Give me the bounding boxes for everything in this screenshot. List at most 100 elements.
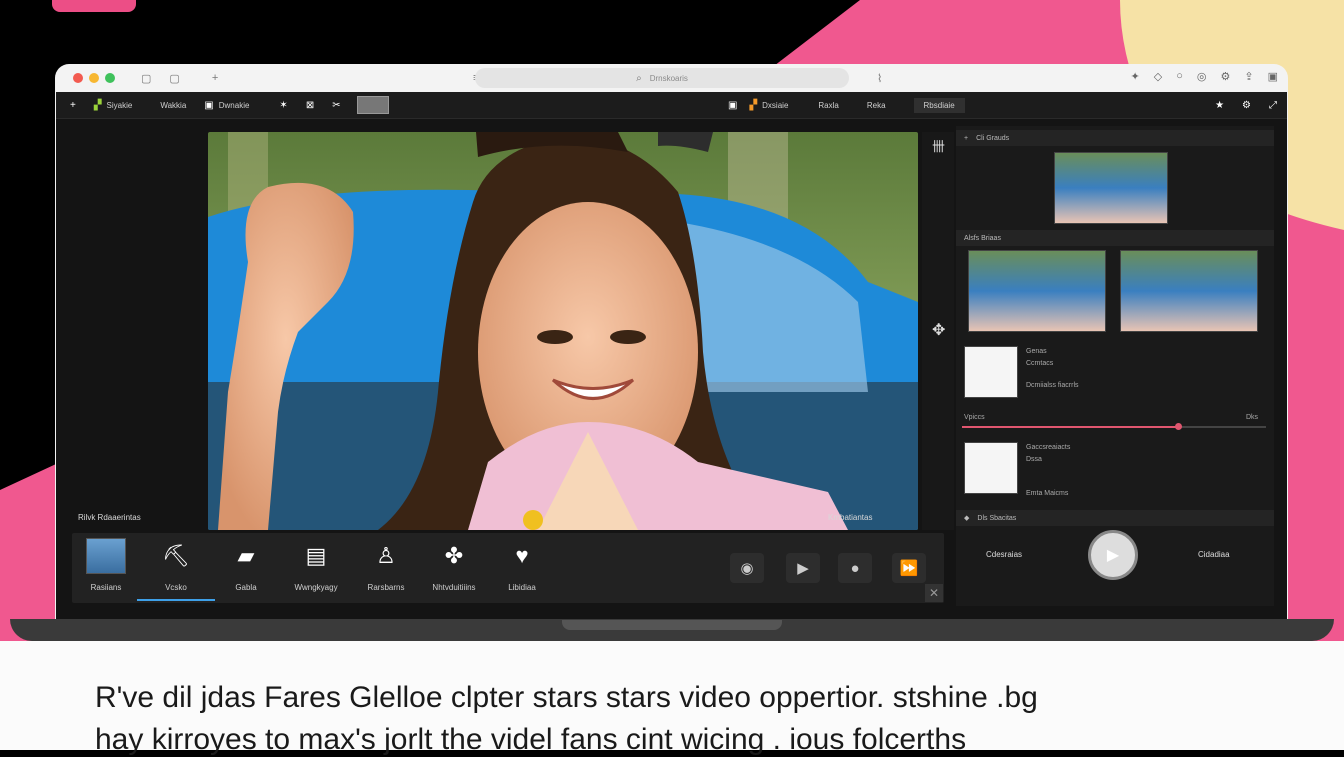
clip-thumbnail-b[interactable] (1120, 250, 1258, 332)
scissors-icon: ✂ (332, 99, 341, 111)
gear-icon[interactable]: ⚙ (1242, 100, 1251, 111)
tool-rasiians[interactable]: Rasiians (66, 538, 146, 592)
caption-line-2: hay kirroyes to max's jorlt the videl fa… (95, 723, 967, 756)
star-icon[interactable]: ✦ (1131, 70, 1140, 83)
toolbar-mid-0[interactable]: ▣ (728, 100, 737, 111)
crop-icon: ⊠ (305, 99, 315, 111)
item2-title: Gaccsreaiacts (1026, 444, 1071, 451)
tools-bar: Rasiians ⛏ Vcsko ▰ Gabla ▤ Wwngkyagy ♙ R… (72, 533, 944, 603)
tool-vcsko[interactable]: ⛏ Vcsko (136, 539, 216, 592)
record-button[interactable]: ◉ (730, 553, 764, 583)
stop-button[interactable]: ● (838, 553, 872, 583)
crop-tool[interactable]: ⊠ (306, 100, 314, 111)
browser-right-icons: ✦ ◇ ○ ◎ ⚙ ⇪ ▣ (1131, 70, 1278, 83)
plus-icon[interactable]: + (212, 72, 218, 84)
toolbar-label: Siyakie (106, 100, 133, 110)
slider-right-label: Dks (1246, 414, 1259, 421)
close-icon: ✕ (928, 586, 940, 600)
preview-side-strip: 卌 ✥ (922, 132, 954, 530)
tool-libidiaa[interactable]: ♥ Libidiaa (482, 539, 562, 592)
tool-wwngkyagy[interactable]: ▤ Wwngkyagy (276, 539, 356, 592)
toolbar-active-tab[interactable]: Rbsdiaie (913, 97, 965, 113)
cut-tool[interactable]: ✂ (332, 100, 340, 111)
right-panel-header-2: Alsfs Briaas (956, 230, 1274, 246)
item1-thumbnail[interactable] (964, 346, 1018, 398)
logo-icon: ▞ (93, 99, 102, 111)
minimize-dot[interactable] (89, 73, 99, 83)
download-icon[interactable]: ◎ (1197, 70, 1207, 83)
item2-sub: Dssa (1026, 456, 1042, 463)
maximize-dot[interactable] (105, 73, 115, 83)
lock-icon: ⌇ (877, 72, 883, 85)
tab-icon[interactable]: ▢ (169, 72, 179, 85)
shield-icon[interactable]: ◇ (1154, 70, 1162, 83)
settings-icon[interactable]: ⚙ (1221, 70, 1231, 83)
slider-left-label: Vpiccs (964, 414, 985, 421)
panel-header: Cli Grauds (976, 134, 1010, 142)
toolbar-right: ★ ⚙ ⤢ (1215, 92, 1277, 118)
box-icon: ▣ (204, 99, 214, 111)
expand-icon[interactable]: ⤢ (1269, 100, 1277, 111)
record-icon: ◉ (740, 560, 754, 577)
progress-slider[interactable] (962, 423, 1266, 430)
share-icon[interactable]: ⇪ (1244, 70, 1253, 83)
video-preview[interactable] (208, 132, 918, 530)
caption-panel: R've dil jdas Fares Glelloe clpter stars… (0, 641, 1344, 756)
laptop-screen: ▢ ▢ + ≡ ⌕Drnskoaris ⌇ ✦ ◇ ○ ◎ ⚙ ⇪ ▣ + ▞S… (55, 64, 1288, 624)
tool-icon: ▤ (305, 543, 327, 568)
address-bar[interactable]: ⌕ Drnskoaris (475, 68, 849, 88)
toolbar-item-2[interactable]: Wakkia (160, 101, 186, 110)
toolbar-item-1[interactable]: ▞ Siyakie (94, 100, 133, 111)
slider-knob[interactable] (1174, 423, 1182, 430)
tool-label: Libidiaa (508, 583, 536, 592)
add-icon[interactable]: ◆ (964, 514, 969, 522)
clip-thumbnail-main[interactable] (1054, 152, 1168, 224)
tool-label: Rasiians (90, 583, 122, 592)
toolbar-label: Raxla (818, 100, 839, 110)
toolbar-thumbnail[interactable] (356, 96, 389, 114)
tool-label: Vcsko (165, 583, 187, 592)
panel-header: Alsfs Briaas (964, 234, 1001, 242)
address-text: Drnskoaris (649, 73, 688, 83)
tool-gabla[interactable]: ▰ Gabla (206, 539, 286, 592)
star-icon[interactable]: ★ (1215, 100, 1224, 111)
cursor-tool[interactable]: ✶ (279, 100, 287, 111)
editor-toolbar: + ▞ Siyakie Wakkia ▣ Dwnakie ✶ ⊠ ✂ ▣ ▞ Dxsi… (56, 92, 1287, 119)
account-icon[interactable]: ○ (1176, 70, 1183, 83)
bottom-right-label[interactable]: Cidadiaa (1198, 550, 1230, 559)
logo-icon: ▞ (749, 99, 758, 111)
item2-thumbnail[interactable] (964, 442, 1018, 494)
right-panel: + Cli Grauds Alsfs Briaas Genas Ccmtacs D… (956, 126, 1274, 606)
item2-meta: Emta Maicms (1026, 490, 1069, 497)
bottom-left-label[interactable]: Cdesraias (986, 550, 1022, 559)
box-icon: ▣ (728, 99, 738, 111)
plus-icon[interactable]: + (964, 135, 968, 142)
toolbar-label: Wakkia (160, 100, 187, 110)
menu-icon[interactable]: ▣ (1268, 70, 1278, 83)
toolbar-mid-1[interactable]: ▞ Dxsiaie (749, 100, 788, 111)
fast-forward-button[interactable]: ⏩ (892, 553, 926, 583)
toolbar-mid-2[interactable]: Raxla (818, 101, 838, 110)
add-button[interactable]: + (70, 100, 76, 111)
close-dot[interactable] (73, 73, 83, 83)
big-play-button[interactable]: ▶ (1088, 530, 1138, 580)
media-thumbnail (86, 538, 126, 574)
grid-icon[interactable]: 卌 (932, 136, 945, 155)
plus-icon: + (70, 99, 76, 111)
right-panel-header-3: ◆ Dls Sbacitas (956, 510, 1274, 526)
toolbar-item-3[interactable]: ▣ Dwnakie (204, 100, 249, 111)
search-icon: ⌕ (636, 72, 642, 84)
item1-title: Genas (1026, 348, 1047, 355)
close-button[interactable]: ✕ (925, 584, 943, 602)
preview-caption-left: Rilvk Rdaaerintas (78, 513, 141, 522)
slider-fill (962, 426, 1178, 428)
sidebar-icon[interactable]: ▢ (141, 72, 151, 85)
play-button[interactable]: ▶ (786, 553, 820, 583)
item1-meta: Dcmiialss fiacrrls (1026, 382, 1079, 389)
move-icon[interactable]: ✥ (932, 320, 945, 340)
item1-sub: Ccmtacs (1026, 360, 1054, 367)
clip-thumbnail-a[interactable] (968, 250, 1106, 332)
right-panel-header-1: + Cli Grauds (956, 130, 1274, 146)
active-tool-underline (137, 599, 215, 601)
toolbar-mid-3[interactable]: Reka (867, 101, 886, 110)
